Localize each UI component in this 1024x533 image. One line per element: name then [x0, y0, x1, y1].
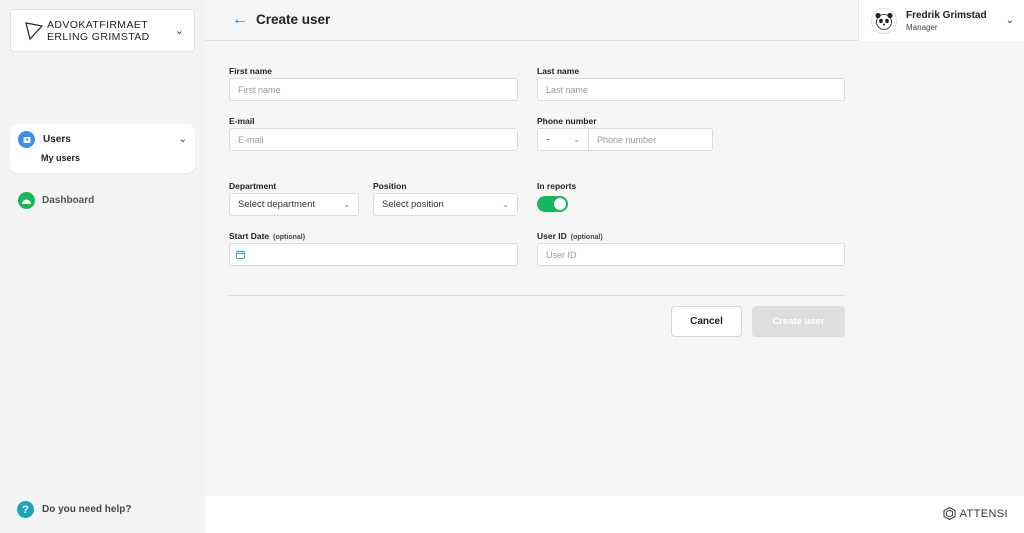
chevron-down-icon[interactable]: ⌄: [1006, 15, 1014, 26]
cancel-button[interactable]: Cancel: [671, 306, 742, 337]
user-menu[interactable]: Fredrik Grimstad Manager ⌄: [858, 0, 1024, 41]
form-divider: [229, 295, 845, 296]
page-title: Create user: [256, 12, 331, 27]
in-reports-label: In reports: [537, 181, 577, 191]
organization-selector[interactable]: ADVOKATFIRMAET ERLING GRIMSTAD ⌄: [10, 9, 195, 52]
sidebar-item-users-label: Users: [43, 134, 71, 145]
footer: ATTENSI: [205, 496, 1024, 533]
position-select[interactable]: Select position ⌄: [373, 193, 518, 216]
chevron-down-icon[interactable]: ⌄: [175, 24, 184, 37]
sidebar-item-my-users[interactable]: My users: [41, 153, 80, 163]
organization-name-line2: ERLING GRIMSTAD: [47, 30, 150, 43]
phone-number-field[interactable]: Phone number: [588, 128, 713, 151]
help-icon: ?: [17, 501, 34, 518]
department-select[interactable]: Select department ⌄: [229, 193, 359, 216]
avatar: [871, 7, 897, 34]
chevron-down-icon: ⌄: [343, 200, 350, 209]
panda-avatar-icon: [875, 12, 893, 30]
last-name-label: Last name: [537, 66, 580, 76]
department-label: Department: [229, 181, 277, 191]
phone-country-code-value: -: [546, 134, 550, 145]
position-select-value: Select position: [382, 199, 444, 210]
attensi-logo-icon: [943, 507, 956, 520]
start-date-optional: (optional): [273, 234, 306, 241]
email-label: E-mail: [229, 116, 255, 126]
calendar-icon: [236, 250, 245, 259]
attensi-brand: ATTENSI: [943, 507, 1008, 520]
sidebar-item-dashboard[interactable]: Dashboard: [18, 192, 94, 209]
back-arrow-icon[interactable]: ←: [232, 11, 248, 29]
user-id-label: User ID (optional): [537, 231, 603, 241]
in-reports-toggle[interactable]: [537, 196, 568, 212]
position-label: Position: [373, 181, 407, 191]
create-user-button[interactable]: Create user: [752, 306, 845, 337]
organization-name-line1: ADVOKATFIRMAET: [47, 18, 149, 31]
user-role: Manager: [906, 22, 938, 32]
brand-name: ATTENSI: [959, 507, 1008, 520]
user-name: Fredrik Grimstad: [906, 9, 987, 21]
sidebar-item-users[interactable]: Users ⌄ My users: [10, 124, 195, 173]
phone-label: Phone number: [537, 116, 597, 126]
phone-country-code-select[interactable]: - ⌄: [537, 128, 589, 151]
chevron-down-icon: ⌄: [502, 200, 509, 209]
users-icon: [18, 131, 35, 148]
start-date-label-text: Start Date: [229, 231, 270, 241]
email-field[interactable]: E-mail: [229, 128, 518, 151]
triangle-logo-icon: [25, 21, 43, 40]
first-name-field[interactable]: First name: [229, 78, 518, 101]
user-id-label-text: User ID: [537, 231, 567, 241]
organization-logo: ADVOKATFIRMAET ERLING GRIMSTAD: [25, 19, 175, 43]
start-date-field[interactable]: [229, 243, 518, 266]
sidebar-item-dashboard-label: Dashboard: [42, 195, 95, 206]
department-select-value: Select department: [238, 199, 316, 210]
last-name-field[interactable]: Last name: [537, 78, 845, 101]
toggle-knob: [554, 198, 566, 210]
user-id-field[interactable]: User ID: [537, 243, 845, 266]
help-link[interactable]: ? Do you need help?: [17, 501, 131, 518]
start-date-label: Start Date (optional): [229, 231, 305, 241]
dashboard-icon: [18, 192, 35, 209]
sidebar: ADVOKATFIRMAET ERLING GRIMSTAD ⌄ Users ⌄…: [0, 0, 205, 533]
chevron-down-icon[interactable]: ⌄: [179, 134, 187, 145]
user-id-optional: (optional): [570, 234, 603, 241]
chevron-down-icon: ⌄: [573, 135, 580, 144]
first-name-label: First name: [229, 66, 272, 76]
help-label: Do you need help?: [42, 504, 132, 515]
top-header: ← Create user Fredrik Grimstad Manager ⌄: [205, 0, 1024, 41]
